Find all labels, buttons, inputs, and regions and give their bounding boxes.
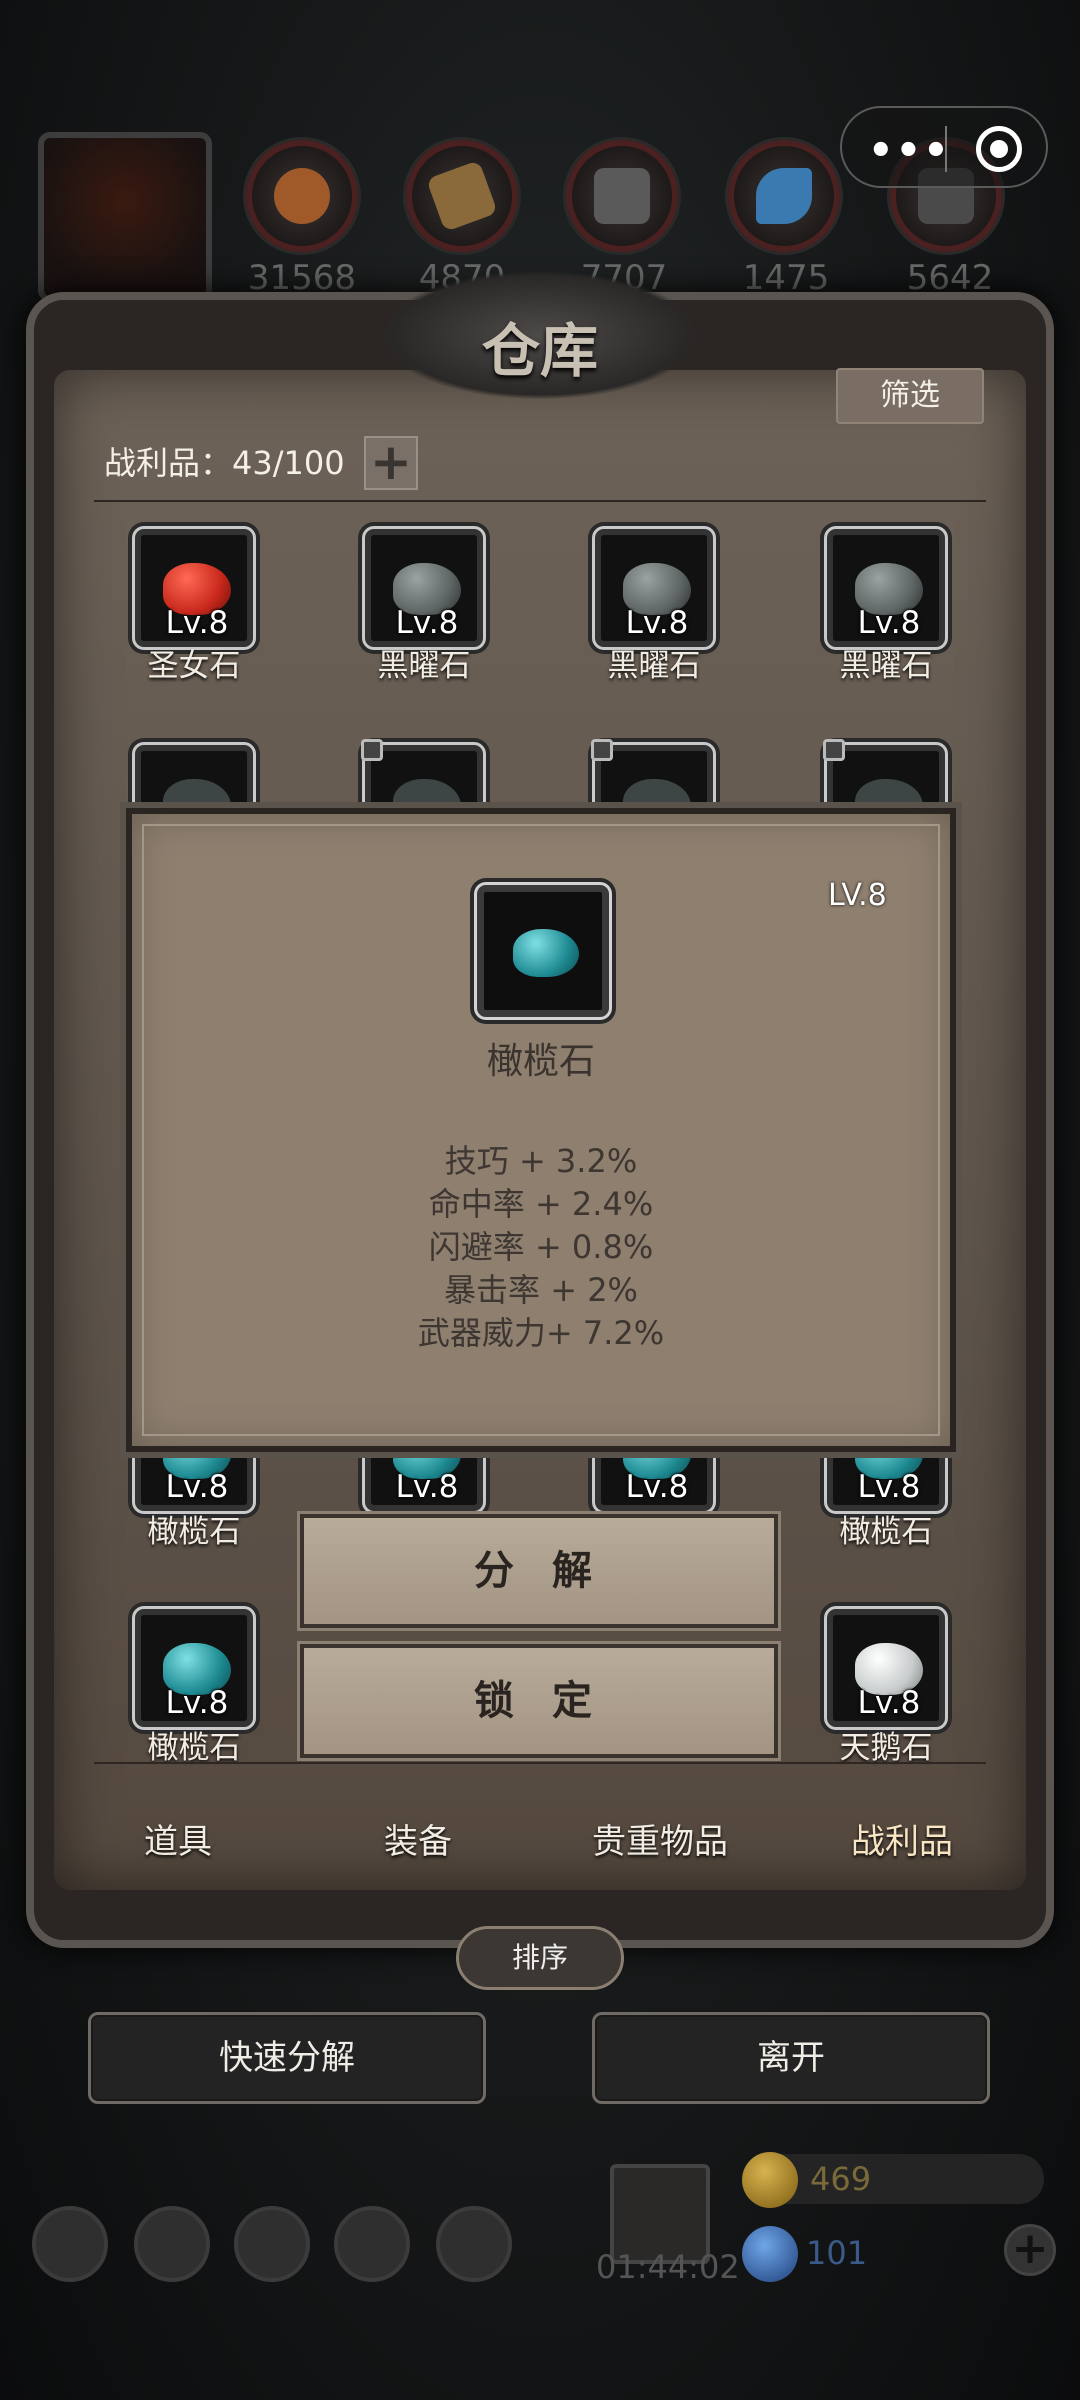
- resource-slot-4: [728, 140, 840, 252]
- item-level: Lv.8: [857, 1685, 921, 1721]
- plank-icon: [426, 160, 498, 232]
- divider-top: [94, 500, 986, 502]
- item-level: Lv.8: [625, 1469, 689, 1505]
- leave-button[interactable]: 离开: [592, 2012, 990, 2104]
- item-slot[interactable]: Lv.8: [132, 1606, 256, 1730]
- gem-icon: [513, 929, 579, 977]
- tab-items[interactable]: 道具: [58, 1814, 298, 1863]
- settings-icon[interactable]: [32, 2206, 108, 2282]
- item-level: Lv.8: [165, 1685, 229, 1721]
- item-level: Lv.8: [857, 1469, 921, 1505]
- gift-timer: 01:44:02: [596, 2248, 740, 2286]
- iron-ingot-icon: [594, 168, 650, 224]
- tab-loot[interactable]: 战利品: [782, 1814, 1022, 1863]
- item-level: Lv.8: [165, 605, 229, 641]
- resource-slot-2: [406, 140, 518, 252]
- tooltip-stat: 技巧 + 3.2%: [444, 1142, 638, 1180]
- item-level: Lv.8: [165, 1469, 229, 1505]
- resource-slot-3: [566, 140, 678, 252]
- tooltip-item-name: 橄榄石: [486, 1041, 595, 1082]
- lock-button[interactable]: 锁 定: [300, 1644, 778, 1758]
- gem-amount: 101: [806, 2234, 868, 2272]
- more-menu-icon[interactable]: •••: [868, 128, 951, 174]
- item-level: Lv.8: [857, 605, 921, 641]
- lock-icon: [361, 739, 383, 761]
- item-level: Lv.8: [395, 1469, 459, 1505]
- tooltip-stat: 武器威力+ 7.2%: [417, 1314, 665, 1352]
- tab-equipment[interactable]: 装备: [298, 1814, 538, 1863]
- sort-button[interactable]: 排序: [456, 1926, 624, 1990]
- lock-icon: [591, 739, 613, 761]
- close-target-icon[interactable]: [976, 126, 1022, 172]
- item-slot[interactable]: Lv.8: [362, 526, 486, 650]
- loot-capacity: 战利品：43/100: [104, 444, 345, 482]
- crystal-icon: [756, 168, 812, 224]
- map-icon[interactable]: [234, 2206, 310, 2282]
- decompose-button[interactable]: 分 解: [300, 1514, 778, 1628]
- achievement-icon[interactable]: [134, 2206, 210, 2282]
- item-slot[interactable]: Lv.8: [824, 1606, 948, 1730]
- item-name: 天鹅石: [839, 1730, 933, 1766]
- tooltip-stat: 闪避率 + 0.8%: [428, 1228, 654, 1266]
- divider-bottom: [94, 1762, 986, 1764]
- item-name: 橄榄石: [839, 1514, 933, 1550]
- shield-icon[interactable]: [436, 2206, 512, 2282]
- player-avatar[interactable]: [38, 132, 212, 302]
- diamond-icon: [742, 2226, 798, 2282]
- quick-decompose-button[interactable]: 快速分解: [88, 2012, 486, 2104]
- item-slot[interactable]: Lv.8: [592, 526, 716, 650]
- tooltip-stat: 暴击率 + 2%: [444, 1271, 638, 1309]
- gold-coin-icon: [742, 2152, 798, 2208]
- add-currency-icon[interactable]: +: [1004, 2224, 1056, 2276]
- resource-slot-1: [246, 140, 358, 252]
- item-tooltip: LV.8 橄榄石 技巧 + 3.2% 命中率 + 2.4% 闪避率 + 0.8%…: [126, 808, 956, 1452]
- miniprogram-capsule: •••: [840, 106, 1048, 188]
- item-slot[interactable]: Lv.8: [824, 526, 948, 650]
- item-level: Lv.8: [395, 605, 459, 641]
- tooltip-stat: 命中率 + 2.4%: [428, 1185, 654, 1223]
- item-name: 黑曜石: [377, 648, 471, 684]
- gold-amount: 469: [810, 2160, 872, 2198]
- mail-icon[interactable]: [334, 2206, 410, 2282]
- capsule-divider: [945, 126, 947, 172]
- tooltip-level: LV.8: [828, 878, 887, 913]
- item-level: Lv.8: [625, 605, 689, 641]
- warehouse-title: 仓库: [481, 317, 598, 385]
- expand-capacity-button[interactable]: +: [364, 436, 418, 490]
- filter-button[interactable]: 筛选: [836, 368, 984, 424]
- item-name: 圣女石: [147, 648, 241, 684]
- item-name: 黑曜石: [607, 648, 701, 684]
- item-name: 黑曜石: [839, 648, 933, 684]
- item-name: 橄榄石: [147, 1730, 241, 1766]
- tab-valuables[interactable]: 贵重物品: [540, 1814, 780, 1863]
- tooltip-item-slot: [474, 882, 612, 1020]
- lock-icon: [823, 739, 845, 761]
- wood-log-icon: [274, 168, 330, 224]
- item-name: 橄榄石: [147, 1514, 241, 1550]
- item-slot[interactable]: Lv.8: [132, 526, 256, 650]
